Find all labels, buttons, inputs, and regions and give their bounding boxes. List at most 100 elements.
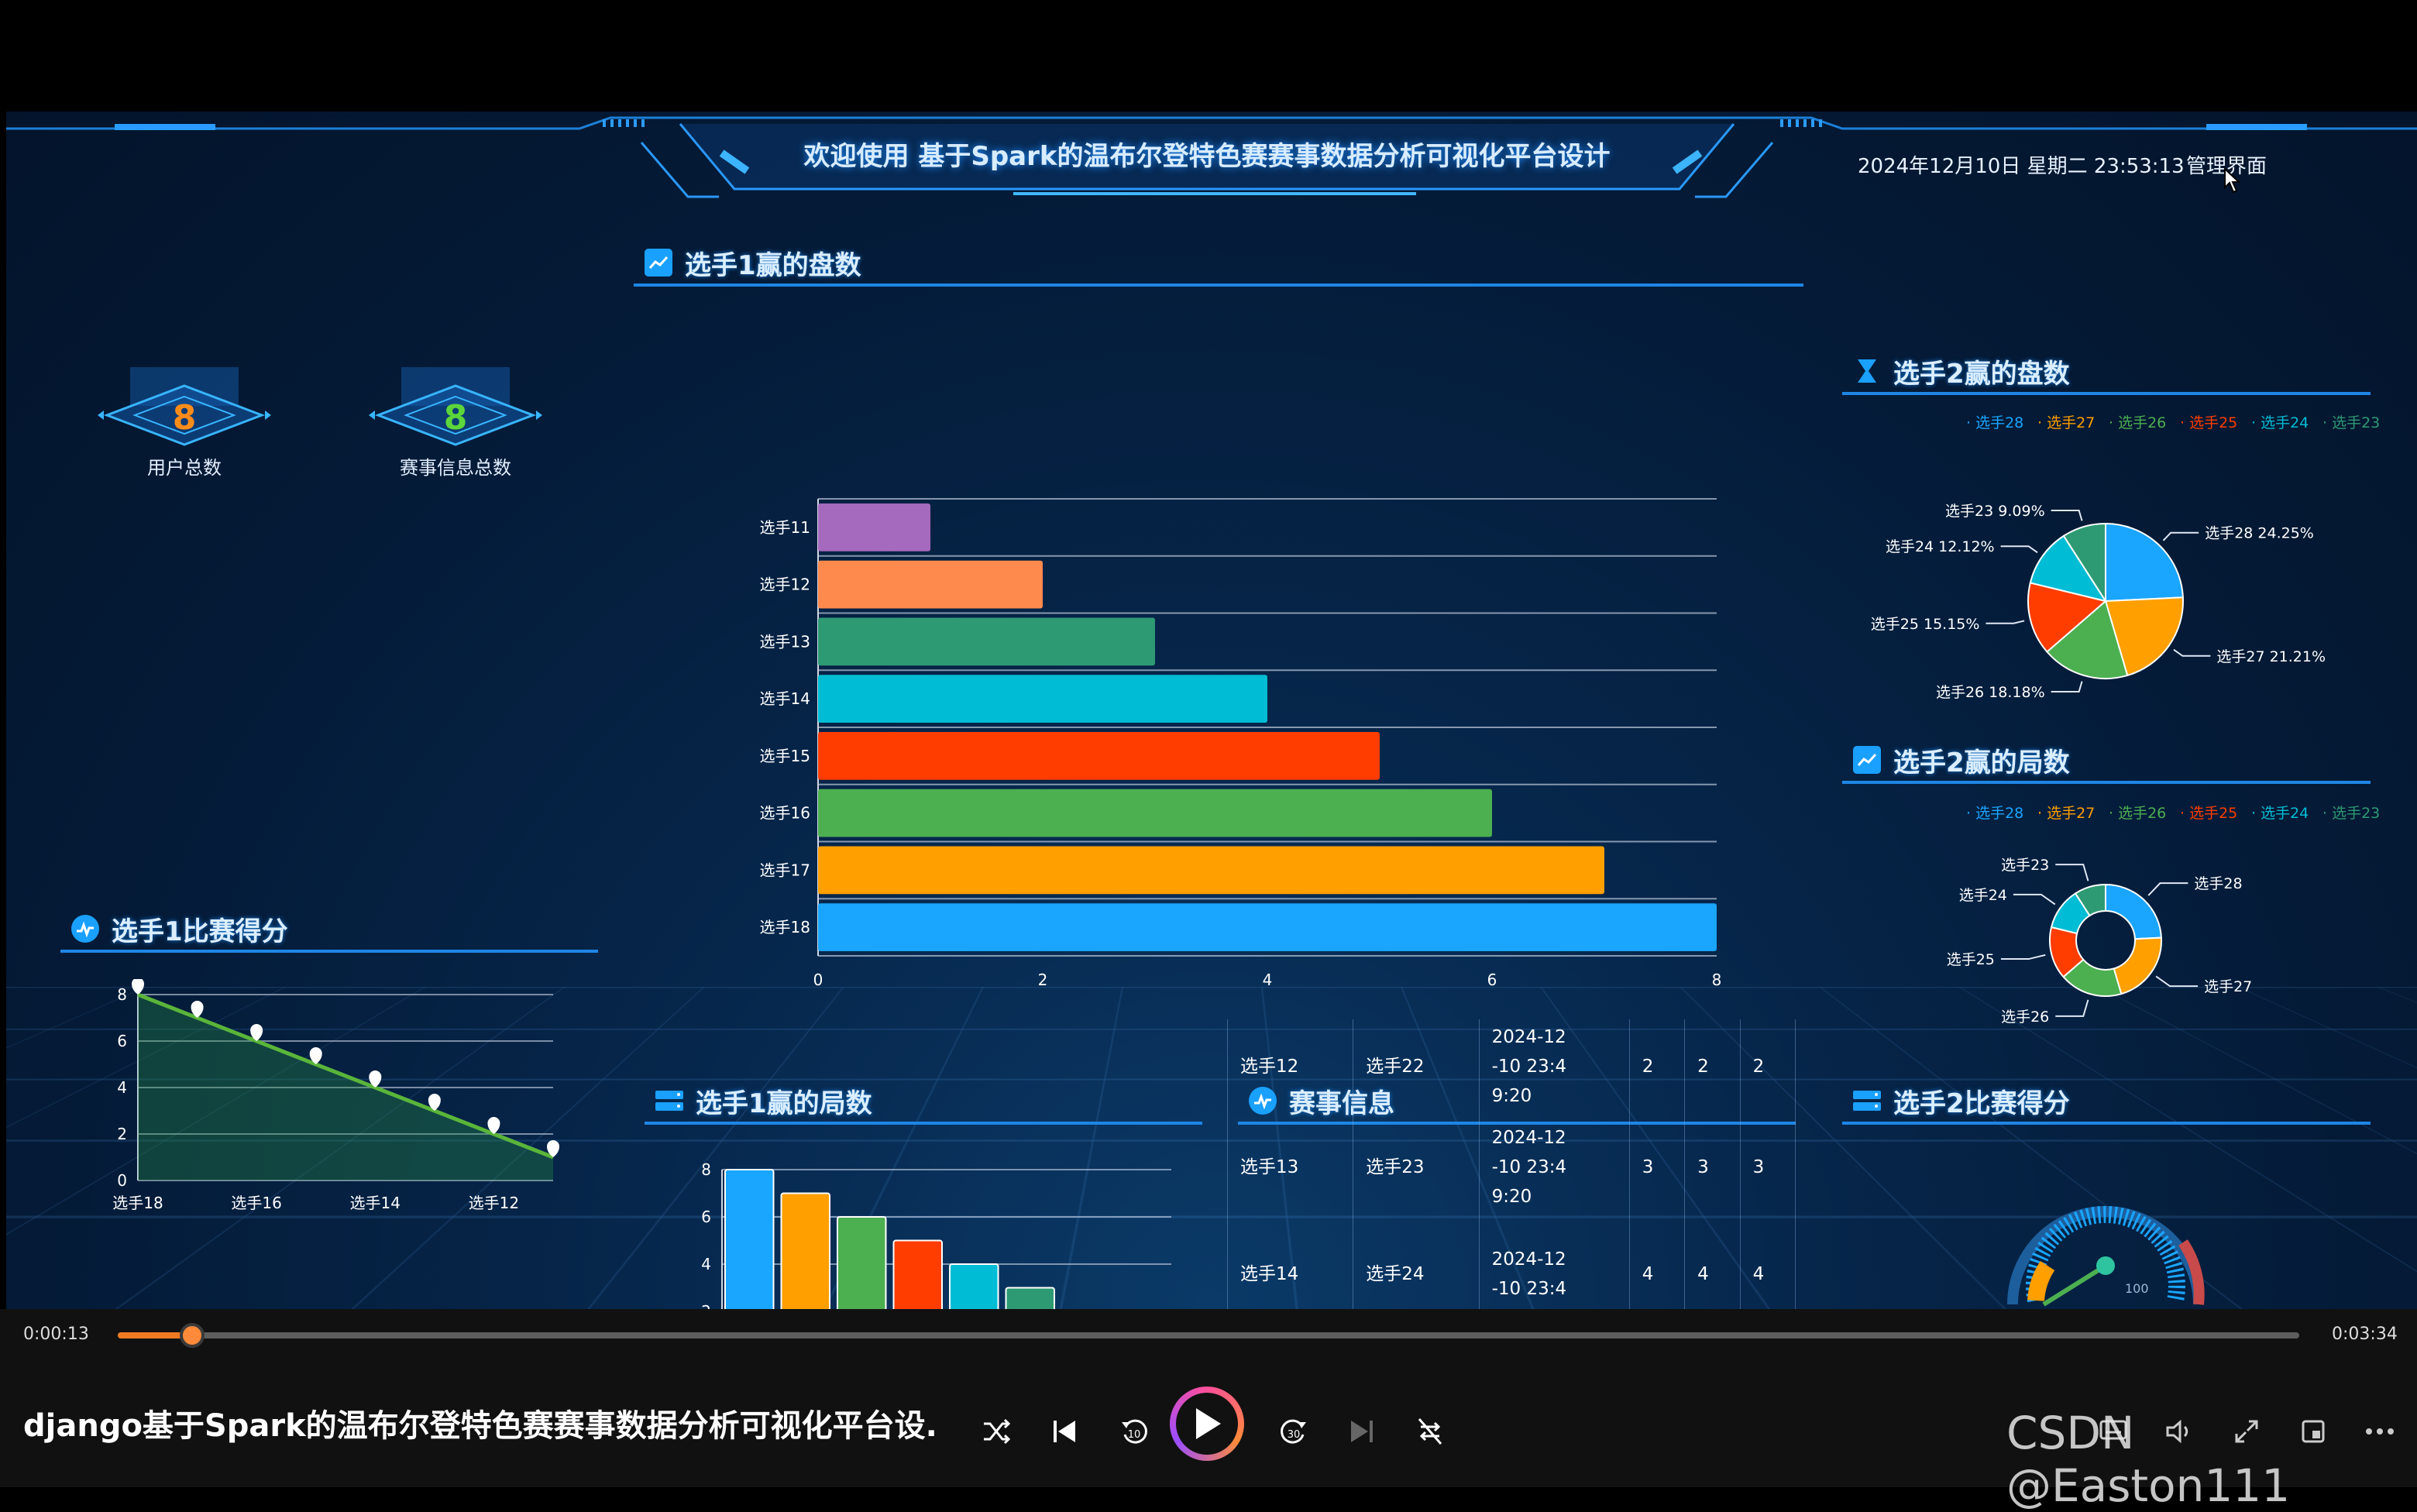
y-tick-label: 4: [117, 1078, 127, 1097]
gauge-hub: [2096, 1256, 2115, 1275]
p2-score-gauge: 100: [2007, 1206, 2205, 1307]
panel-title-p1-games: 选手1赢的局数: [645, 1080, 1202, 1125]
bar: [1005, 1287, 1055, 1309]
cell-time: 2024-12 -10 23:4 9:20: [1478, 1019, 1630, 1114]
legend-entry: · 选手24: [2251, 414, 2309, 431]
legend-entry: · 选手26: [2109, 805, 2166, 822]
x-tick-label: 0: [813, 971, 823, 989]
rewind-10-icon: 10: [1122, 1419, 1147, 1444]
stat-match-total-value: 8: [443, 398, 468, 438]
skip-next-icon: [1351, 1421, 1373, 1442]
bar: [818, 846, 1604, 895]
x-tick-label: 选手12: [469, 1194, 519, 1212]
slice-label: 选手25 15.15%: [1871, 616, 1980, 633]
gauge-level-arc: [2027, 1260, 2055, 1302]
stat-user-total-value: 8: [172, 398, 197, 438]
cell-player2: 选手22: [1353, 1019, 1480, 1114]
stat-user-total-label: 用户总数: [147, 457, 222, 479]
svg-text:10: 10: [1128, 1429, 1141, 1441]
cell-player1: 选手12: [1227, 1019, 1354, 1114]
bar: [818, 675, 1267, 723]
match-info-table-wrap[interactable]: 选手12 选手22 2024-12 -10 23:4 9:20 2 2 2 选手13 选手23…: [1227, 1019, 1796, 1309]
slice-label: 选手26: [2001, 1009, 2049, 1026]
x-tick-label: 4: [1263, 971, 1273, 989]
cell-score-b: 4: [1684, 1221, 1741, 1309]
x-tick-label: 6: [1487, 971, 1497, 989]
pie-slice: [2105, 522, 2184, 603]
trend-chart-icon: [645, 249, 672, 277]
play-button-inner: [1176, 1393, 1238, 1455]
y-tick-label: 2: [117, 1125, 127, 1143]
slice-label: 选手24 12.12%: [1886, 538, 1995, 555]
y-tick-label: 6: [701, 1208, 711, 1226]
p1-score-line-chart: 0 2 4 6 8 选手18 选手16 选手14 选手12: [112, 979, 559, 1212]
bar: [892, 1239, 943, 1309]
pie-slice: [2105, 883, 2162, 940]
legend-entry: · 选手28: [1966, 805, 2023, 822]
y-tick-label: 2: [701, 1302, 711, 1309]
total-time: 0:03:34: [2332, 1325, 2398, 1344]
bar: [724, 1169, 775, 1309]
mouse-cursor-icon: [2224, 167, 2240, 194]
p2-sets-pie-chart: · 选手28 · 选手27 · 选手26 · 选手25 · 选手24 · 选手23 选手28…: [1871, 414, 2380, 701]
x-tick-label: 2: [1038, 971, 1048, 989]
slice-label: 选手27 21.21%: [2216, 648, 2326, 665]
y-tick-label: 8: [117, 985, 127, 1004]
rewind-10-button[interactable]: 10: [1112, 1410, 1156, 1453]
bar: [818, 560, 1043, 609]
match-info-table: 选手12 选手22 2024-12 -10 23:4 9:20 2 2 2 选手13 选手23…: [1227, 1019, 1796, 1309]
legend-entry: · 选手26: [2109, 414, 2166, 431]
cell-time: 2024-12 -10 23:4 9:20: [1478, 1114, 1630, 1221]
shuffle-button[interactable]: [975, 1410, 1018, 1453]
legend-entry: · 选手28: [1966, 414, 2023, 431]
cell-score-a: 2: [1628, 1019, 1686, 1114]
y-tick-label: 选手13: [760, 632, 810, 651]
panel-title-p2-sets: 选手2赢的盘数: [1842, 350, 2371, 395]
slice-label: 选手23: [2001, 857, 2049, 874]
next-button[interactable]: [1340, 1410, 1384, 1453]
bar: [949, 1263, 999, 1309]
label-leader-line: [2055, 864, 2089, 881]
video-player: 0:00:13 0:03:34 django基于Spark的温布尔登特色赛赛事数…: [0, 1309, 2417, 1512]
bar: [780, 1192, 830, 1309]
panel-title-p1-score: 选手1比赛得分: [60, 908, 598, 953]
video-title: django基于Spark的温布尔登特色赛赛事数据分析可视化平台设...: [23, 1408, 937, 1444]
play-button[interactable]: [1170, 1387, 1244, 1461]
server-icon: [655, 1087, 683, 1115]
y-tick-label: 选手14: [760, 689, 810, 708]
repeat-off-button[interactable]: [1408, 1410, 1452, 1453]
label-leader-line: [2000, 545, 2038, 554]
table-row[interactable]: 选手13 选手23 2024-12 -10 23:4 9:20 3 3 3: [1227, 1114, 1796, 1221]
progress-bar[interactable]: [118, 1323, 2299, 1348]
progress-handle[interactable]: [179, 1323, 205, 1348]
label-leader-line: [1986, 620, 2025, 624]
cell-player2: 选手24: [1353, 1221, 1480, 1309]
slice-label: 选手28 24.25%: [2205, 525, 2314, 542]
previous-button[interactable]: [1043, 1410, 1086, 1453]
legend-entry: · 选手23: [2322, 414, 2380, 431]
y-tick-label: 选手15: [760, 747, 810, 765]
y-tick-label: 选手17: [760, 861, 810, 879]
trend-chart-icon: [1853, 746, 1881, 774]
label-leader-line: [2013, 893, 2056, 905]
slice-label: 选手28: [2194, 875, 2242, 892]
label-leader-line: [2155, 975, 2199, 988]
x-tick-label: 选手16: [231, 1194, 281, 1212]
label-leader-line: [2147, 882, 2188, 896]
hourglass-icon: [1853, 357, 1881, 385]
x-tick-label: 8: [1712, 971, 1722, 989]
p1-sets-bar-chart: 选手18 选手17 选手16 选手15 选手14 选手13 选手12 选手11 0 2 4 6 8: [760, 498, 1722, 989]
table-row[interactable]: 选手14 选手24 2024-12 -10 23:4 4 4 4: [1227, 1221, 1796, 1309]
slice-label: 选手27: [2204, 978, 2252, 995]
slice-label: 选手24: [1959, 887, 2007, 904]
cell-score-a: 4: [1628, 1221, 1686, 1309]
legend-entry: · 选手25: [2180, 414, 2237, 431]
cell-player2: 选手23: [1353, 1114, 1480, 1221]
cell-time: 2024-12 -10 23:4: [1478, 1221, 1630, 1309]
table-row[interactable]: 选手12 选手22 2024-12 -10 23:4 9:20 2 2 2: [1227, 1019, 1796, 1114]
screen: 欢迎使用 基于Spark的温布尔登特色赛赛事数据分析可视化平台设计 2024年1…: [0, 0, 2417, 1512]
forward-30-button[interactable]: 30: [1272, 1410, 1315, 1453]
bar: [818, 732, 1380, 780]
stat-match-total-label: 赛事信息总数: [400, 457, 511, 479]
forward-30-icon: 30: [1281, 1419, 1306, 1444]
